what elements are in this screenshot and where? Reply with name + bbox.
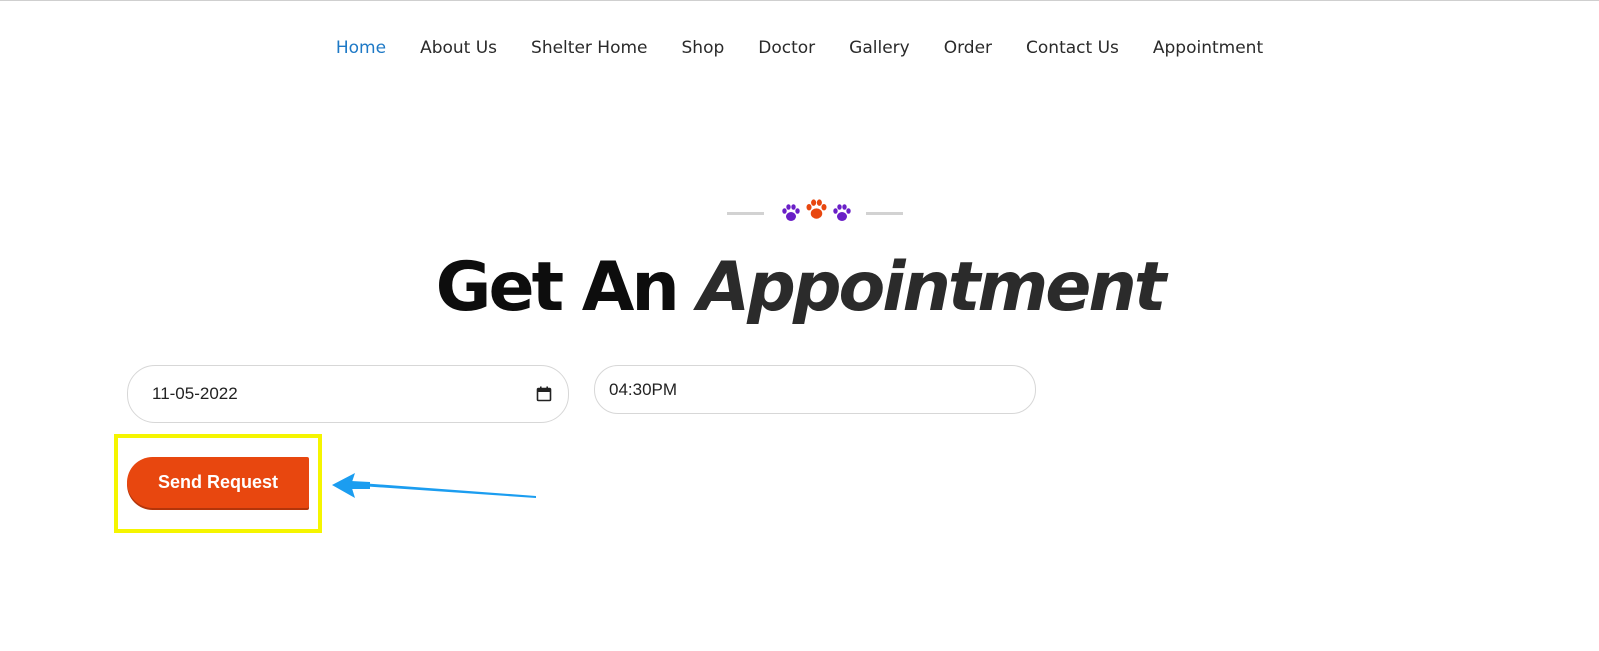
- divider-line-left: [727, 212, 764, 215]
- main-nav: Home About Us Shelter Home Shop Doctor G…: [0, 33, 1599, 63]
- page-title-accent: Appointment: [697, 248, 1167, 327]
- nav-item-shop[interactable]: Shop: [682, 33, 725, 63]
- date-field[interactable]: 11-05-2022: [127, 365, 569, 423]
- divider-line-right: [866, 212, 903, 215]
- calendar-icon[interactable]: [536, 386, 552, 402]
- time-field-value: 04:30PM: [609, 379, 678, 399]
- nav-item-shelter-home[interactable]: Shelter Home: [531, 33, 647, 63]
- page-title: Get An Appointment: [0, 246, 1599, 330]
- send-request-button[interactable]: Send Request: [127, 457, 309, 508]
- annotation-arrow-icon: [332, 473, 536, 498]
- page-title-main: Get An: [435, 248, 680, 327]
- nav-item-doctor[interactable]: Doctor: [758, 33, 815, 63]
- paw-icon: [833, 204, 851, 221]
- nav-item-about-us[interactable]: About Us: [420, 33, 497, 63]
- paw-icon: [782, 204, 800, 221]
- paw-icon: [806, 199, 827, 219]
- date-field-value: 11-05-2022: [152, 384, 238, 403]
- page: Home About Us Shelter Home Shop Doctor G…: [0, 0, 1599, 651]
- time-field[interactable]: 04:30PM: [594, 365, 1036, 414]
- nav-item-appointment[interactable]: Appointment: [1153, 33, 1263, 63]
- nav-item-contact-us[interactable]: Contact Us: [1026, 33, 1119, 63]
- nav-item-order[interactable]: Order: [944, 33, 992, 63]
- nav-item-gallery[interactable]: Gallery: [849, 33, 910, 63]
- nav-item-home[interactable]: Home: [336, 33, 386, 63]
- section-divider: [727, 197, 903, 227]
